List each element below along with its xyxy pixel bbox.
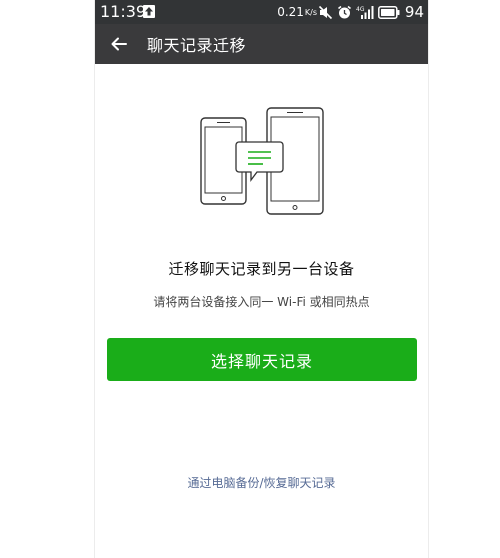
battery-level: 94 [404,3,424,21]
status-time: 11:39 [100,2,147,21]
left-margin [0,0,94,558]
mute-icon [318,5,333,20]
upload-notification-icon [143,5,155,18]
status-bar: 11:39 0.21 K/s 4G 94 [95,0,428,24]
svg-text:4G: 4G [356,6,365,13]
network-speed-value: 0.21 [277,5,304,19]
app-bar: 聊天记录迁移 [95,24,428,64]
arrow-left-icon [111,37,127,51]
alarm-icon [337,5,352,20]
phones-transfer-chat-icon [200,107,324,215]
wifi-instruction: 请将两台设备接入同一 Wi-Fi 或相同热点 [153,295,370,309]
battery-icon [377,5,400,19]
signal-icon: 4G [356,5,374,20]
select-chat-history-button[interactable]: 选择聊天记录 [107,338,417,381]
page-title: 聊天记录迁移 [147,36,247,55]
migration-heading: 迁移聊天记录到另一台设备 [168,260,355,278]
right-margin [429,0,500,558]
network-speed-unit: K/s [304,7,318,17]
back-button[interactable] [101,24,137,64]
status-icons: 0.21 K/s 4G 94 [277,2,424,22]
pc-backup-restore-link[interactable]: 通过电脑备份/恢复聊天记录 [95,474,428,491]
phone-screen: 11:39 0.21 K/s 4G 94 聊天记录迁移 迁移聊天记录到另一台设备… [94,0,429,558]
network-speed: 0.21 K/s [277,5,318,19]
screen: 11:39 0.21 K/s 4G 94 聊天记录迁移 迁移聊天记录到另一台设备… [0,0,500,558]
